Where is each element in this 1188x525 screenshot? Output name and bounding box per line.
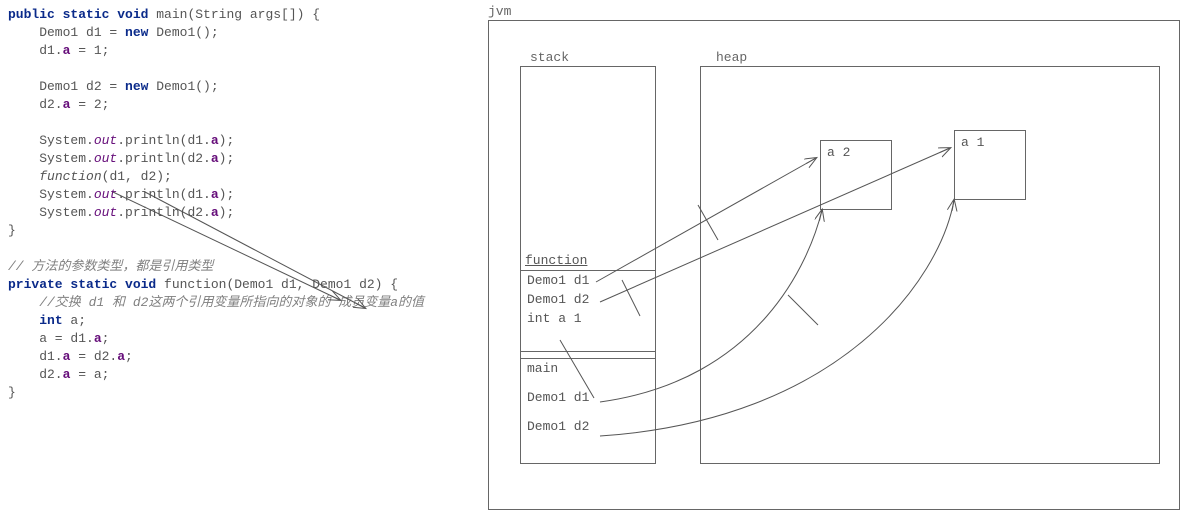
kw-int: int (39, 313, 62, 328)
frame-main-title: main (521, 359, 655, 378)
line-d1a-assign-b: = 1; (70, 43, 109, 58)
comment-param-ref: // 方法的参数类型，都是引用类型 (8, 259, 213, 274)
ident-out: out (94, 205, 117, 220)
line-d2a-assign-a: d2. (8, 97, 63, 112)
heap-object-2: a 1 (954, 130, 1026, 200)
line-d2-decl-b: Demo1(); (148, 79, 218, 94)
swap3b: = a; (70, 367, 109, 382)
heap-box (700, 66, 1160, 464)
sys: System. (8, 151, 94, 166)
frame-main-d1: Demo1 d1 (521, 388, 655, 407)
swap2b: = d2. (70, 349, 117, 364)
heap-obj2-field: a 1 (961, 135, 984, 150)
close: ); (219, 151, 235, 166)
ident-out: out (94, 133, 117, 148)
fn-call-pre (8, 169, 39, 184)
fn-call-args: (d1, d2); (102, 169, 172, 184)
sys: System. (8, 187, 94, 202)
ident-out: out (94, 187, 117, 202)
stack-frame-function: function Demo1 d1 Demo1 d2 int a 1 (520, 270, 656, 352)
close: ); (219, 205, 235, 220)
stack-label: stack (530, 50, 569, 65)
field-a: a (211, 205, 219, 220)
heap-object-1: a 2 (820, 140, 892, 210)
int-decl-post: a; (63, 313, 86, 328)
field-a: a (94, 331, 102, 346)
close-brace: } (8, 385, 16, 400)
kw-private-static-void: private static void (8, 277, 164, 292)
field-a: a (211, 187, 219, 202)
line-d2a-assign-b: = 2; (70, 97, 109, 112)
heap-obj1-field: a 2 (827, 145, 850, 160)
source-code: public static void main(String args[]) {… (0, 0, 460, 408)
ident-out: out (94, 151, 117, 166)
field-a: a (117, 349, 125, 364)
sys: System. (8, 205, 94, 220)
println3-open: .println(d1. (117, 187, 211, 202)
line-d2-decl-a: Demo1 d2 = (8, 79, 125, 94)
int-decl-pre (8, 313, 39, 328)
close: ); (219, 133, 235, 148)
frame-fn-int-a: int a 1 (521, 309, 655, 328)
swap2a: d1. (8, 349, 63, 364)
field-a: a (211, 151, 219, 166)
swap1b: ; (102, 331, 110, 346)
line-d1a-assign-a: d1. (8, 43, 63, 58)
line-d1-decl-b: Demo1(); (148, 25, 218, 40)
frame-fn-d1: Demo1 d1 (521, 271, 655, 290)
fn-signature: function(Demo1 d1, Demo1 d2) { (164, 277, 398, 292)
close: ); (219, 187, 235, 202)
frame-title-function: function (525, 253, 587, 268)
main-signature: main(String args[]) { (156, 7, 320, 22)
frame-main-d2: Demo1 d2 (521, 417, 655, 436)
heap-label: heap (716, 50, 747, 65)
field-a: a (211, 133, 219, 148)
swap-semi: ; (125, 349, 133, 364)
println1-open: .println(d1. (117, 133, 211, 148)
stack-frame-main: main Demo1 d1 Demo1 d2 (520, 358, 656, 464)
swap1a: a = d1. (8, 331, 94, 346)
kw-new: new (125, 25, 148, 40)
kw-public-static-void: public static void (8, 7, 156, 22)
frame-fn-d2: Demo1 d2 (521, 290, 655, 309)
println2-open: .println(d2. (117, 151, 211, 166)
println4-open: .println(d2. (117, 205, 211, 220)
comment-swap: //交换 d1 和 d2这两个引用变量所指向的对象的 成员变量a的值 (8, 295, 424, 310)
jvm-label: jvm (488, 4, 511, 19)
line-d1-decl-a: Demo1 d1 = (8, 25, 125, 40)
close-brace: } (8, 223, 16, 238)
kw-new: new (125, 79, 148, 94)
fn-call-name: function (39, 169, 101, 184)
swap3a: d2. (8, 367, 63, 382)
sys: System. (8, 133, 94, 148)
